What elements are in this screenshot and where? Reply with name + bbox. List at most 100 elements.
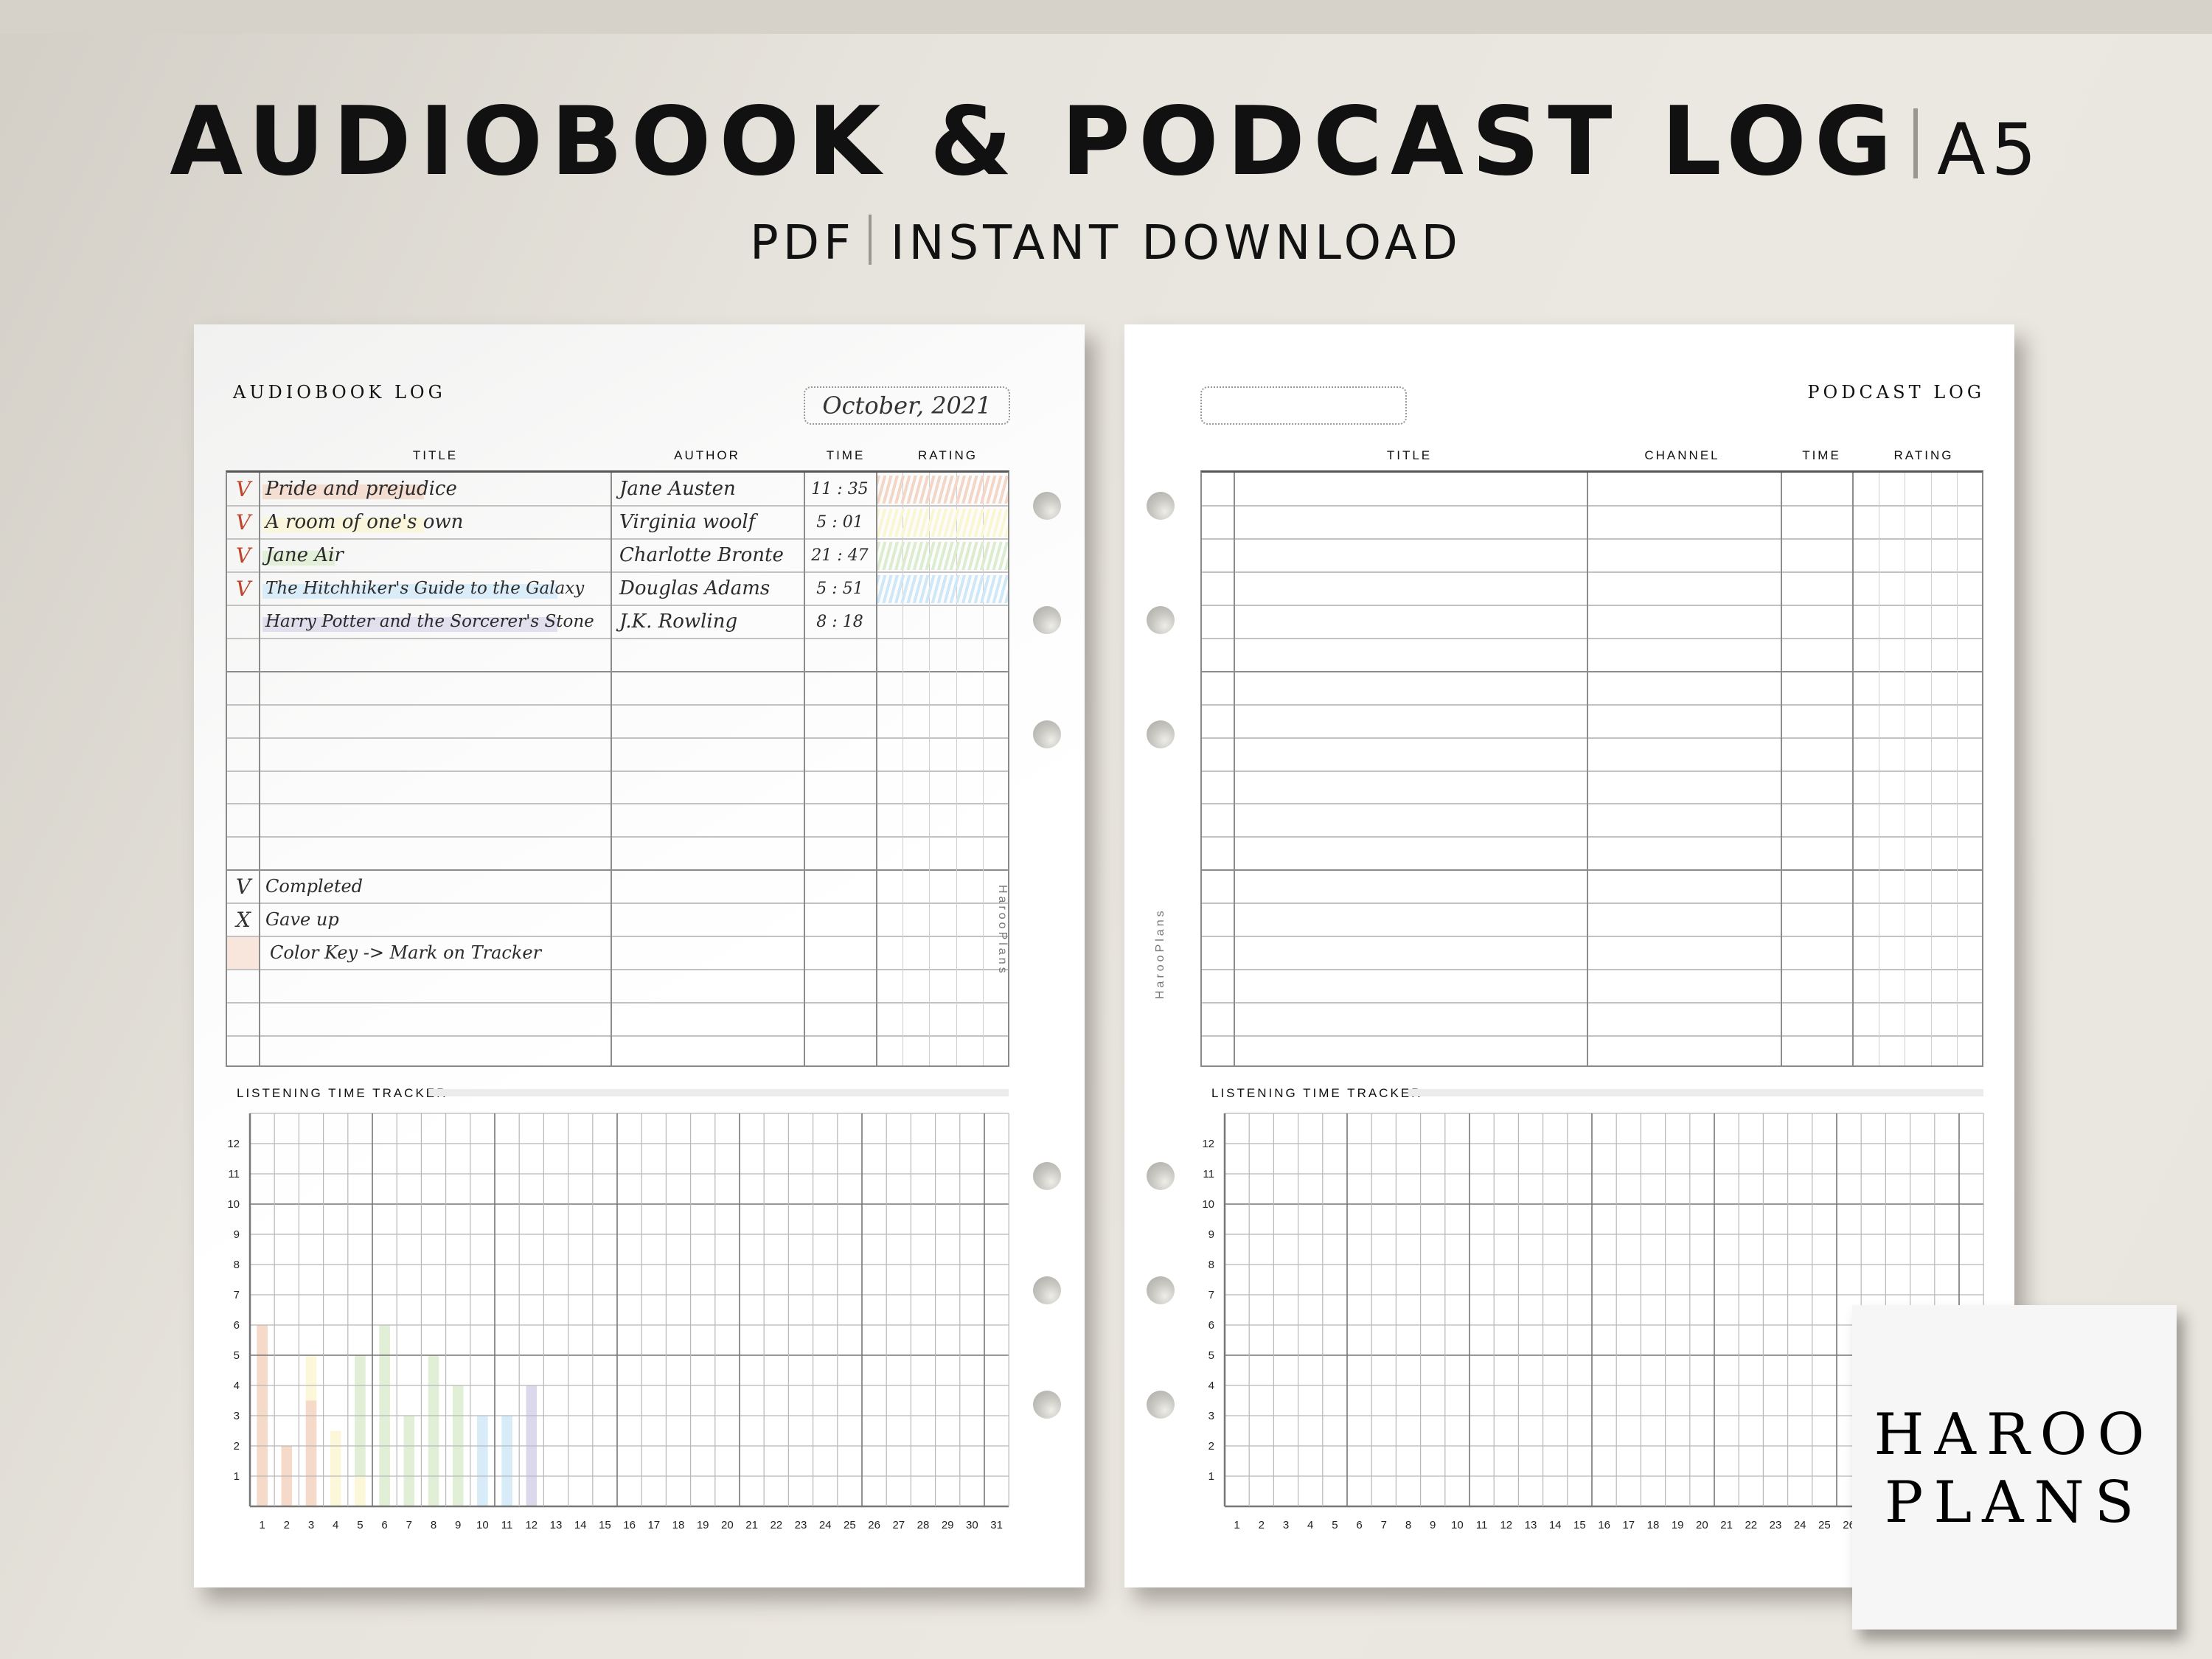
book-author: Jane Austen [619, 478, 736, 500]
row-divider [227, 703, 1008, 706]
bar [305, 1400, 317, 1506]
rating-divider [1930, 473, 1932, 1065]
x-tick-label: 17 [647, 1519, 660, 1531]
listening-time-chart: 1234567891011121 2 3 4 5 6 7 8 9 10 11 12 13 14 15 16 17… [227, 1113, 1009, 1531]
listening-time: 21 : 47 [811, 546, 869, 565]
legend-row: Color Key -> Mark on Tracker [227, 936, 1008, 970]
hero-delivery: INSTANT DOWNLOAD [890, 216, 1462, 271]
x-tick-label: 22 [770, 1519, 782, 1531]
y-tick-label: 9 [234, 1228, 240, 1241]
x-tick-label: 24 [819, 1519, 832, 1531]
x-tick-label: 10 [476, 1519, 489, 1531]
book-title: Harry Potter and the Sorcerer's Stone [265, 611, 594, 631]
x-tick-label: 19 [1672, 1519, 1684, 1531]
book-author: Douglas Adams [619, 577, 771, 599]
x-tick-label: 18 [1647, 1519, 1660, 1531]
listening-time: 11 : 35 [811, 480, 869, 498]
y-tick-label: 5 [234, 1349, 240, 1362]
x-tick-label: 20 [721, 1519, 734, 1531]
page-title: PODCAST LOG [1807, 382, 1985, 403]
brand-logo: HAROO PLANS [1852, 1305, 2177, 1630]
x-tick-label: 22 [1745, 1519, 1757, 1531]
x-tick-label: 28 [917, 1519, 930, 1531]
y-tick-label: 10 [1202, 1198, 1214, 1211]
date-field[interactable] [1200, 386, 1407, 425]
row-divider [1202, 703, 1982, 706]
legend-mark: X [236, 908, 251, 933]
row-divider [227, 1002, 1008, 1004]
book-title: Jane Air [265, 543, 344, 566]
y-tick-label: 3 [1208, 1410, 1214, 1422]
binder-hole [1147, 606, 1175, 634]
logo-line-1: HAROO [1874, 1402, 2155, 1468]
hero-size: A5 [1936, 108, 2042, 191]
x-tick-label: 15 [1573, 1519, 1586, 1531]
rating-fill [877, 508, 1008, 537]
row-divider [1202, 969, 1982, 971]
x-tick-label: 15 [599, 1519, 611, 1531]
side-brand-text: HarooPlans [1154, 908, 1166, 999]
column-header-rating: RATING [918, 448, 978, 462]
book-author: Virginia woolf [619, 510, 756, 533]
row-divider [1202, 1035, 1982, 1037]
column-header-time: TIME [1802, 448, 1841, 462]
y-tick-label: 6 [1208, 1319, 1214, 1332]
logo-line-2: PLANS [1884, 1470, 2145, 1536]
legend-text: Color Key -> Mark on Tracker [270, 942, 542, 964]
listening-time: 5 : 01 [816, 512, 863, 532]
x-tick-label: 26 [868, 1519, 880, 1531]
x-tick-label: 9 [1430, 1519, 1436, 1531]
status-mark: V [235, 576, 251, 601]
x-tick-label: 3 [308, 1519, 314, 1531]
table-row[interactable]: V Jane Air Charlotte Bronte 21 : 47 [227, 539, 1008, 572]
table-row[interactable]: Harry Potter and the Sorcerer's Stone J.K… [227, 605, 1008, 639]
binder-hole [1147, 1162, 1175, 1190]
audiobook-log-page: AUDIOBOOK LOG October, 2021 TITLE AUTHOR… [194, 324, 1085, 1587]
x-tick-label: 17 [1622, 1519, 1635, 1531]
tracker-label-bar [428, 1089, 1009, 1096]
audiobook-table: V Pride and prejudice Jane Austen 11 : 35 V A… [226, 470, 1009, 1067]
y-tick-label: 9 [1208, 1228, 1214, 1241]
book-author: J.K. Rowling [619, 610, 738, 633]
row-divider [227, 803, 1008, 805]
status-mark: V [235, 543, 251, 568]
hero-title-text: AUDIOBOOK & PODCAST LOG [170, 87, 1900, 197]
row-divider [227, 1035, 1008, 1037]
x-tick-label: 6 [1356, 1519, 1362, 1531]
divider [1913, 108, 1918, 178]
bar [428, 1355, 439, 1506]
row-divider [1202, 836, 1982, 838]
hero-format: PDF [750, 216, 855, 271]
table-row[interactable]: V Pride and prejudice Jane Austen 11 : 35 [227, 473, 1008, 506]
x-tick-label: 4 [1307, 1519, 1313, 1531]
y-tick-label: 5 [1208, 1349, 1214, 1362]
side-brand-text: HarooPlans [996, 885, 1009, 976]
bar [355, 1476, 366, 1506]
legend-mark: V [235, 874, 251, 900]
x-tick-label: 16 [623, 1519, 636, 1531]
y-tick-label: 12 [1202, 1138, 1214, 1150]
column-divider [1587, 473, 1588, 1065]
table-row[interactable]: V The Hitchhiker's Guide to the Galaxy Dou… [227, 572, 1008, 605]
x-tick-label: 21 [1720, 1519, 1733, 1531]
binder-hole [1033, 492, 1061, 520]
binder-hole [1033, 720, 1061, 748]
row-divider [227, 670, 1008, 672]
x-tick-label: 7 [1381, 1519, 1387, 1531]
color-key-swatch [227, 937, 259, 970]
binder-hole [1147, 1276, 1175, 1304]
tracker-label: LISTENING TIME TRACKER [1211, 1086, 1423, 1100]
row-divider [1202, 637, 1982, 639]
date-field[interactable]: October, 2021 [804, 386, 1010, 425]
binder-hole [1033, 606, 1061, 634]
row-divider [1202, 604, 1982, 606]
y-tick-label: 8 [1208, 1259, 1214, 1271]
table-row[interactable]: V A room of one's own Virginia woolf 5 : 01 [227, 506, 1008, 539]
x-tick-label: 14 [574, 1519, 587, 1531]
x-tick-label: 29 [942, 1519, 954, 1531]
x-tick-label: 3 [1283, 1519, 1289, 1531]
rating-fill [877, 476, 1008, 504]
column-header-author: AUTHOR [674, 448, 740, 462]
column-header-title: TITLE [412, 448, 459, 462]
column-header-channel: CHANNEL [1644, 448, 1720, 462]
